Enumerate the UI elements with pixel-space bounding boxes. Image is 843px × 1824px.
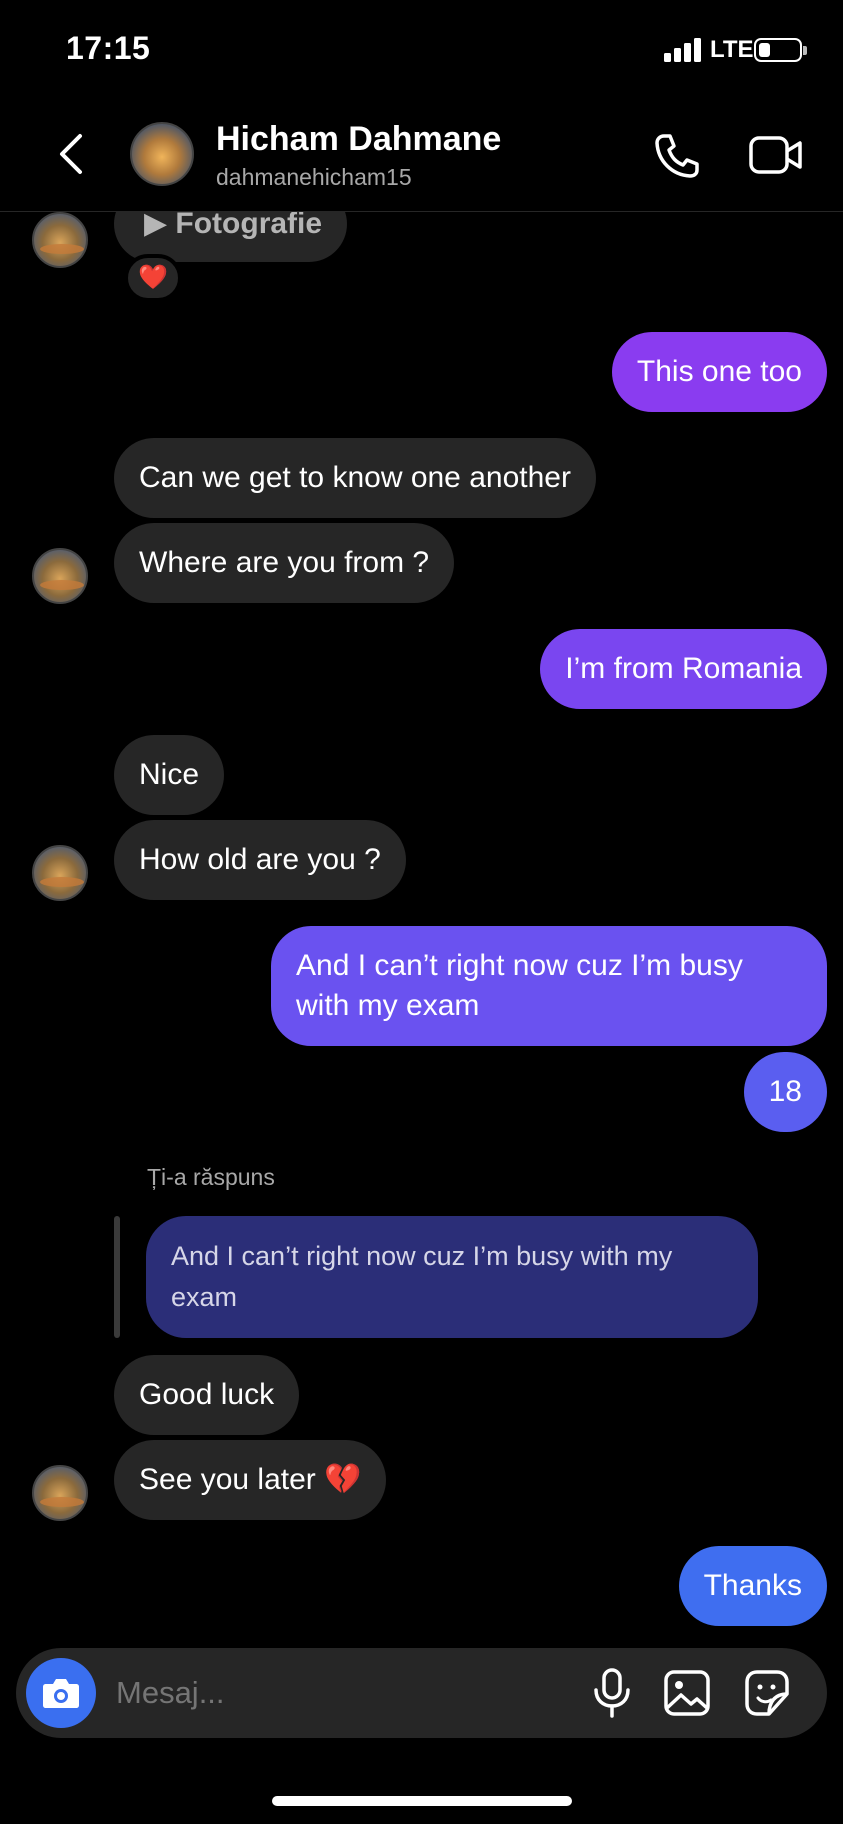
phone-icon[interactable] (650, 130, 702, 182)
message-composer (16, 1648, 827, 1738)
battery-icon (754, 38, 807, 62)
microphone-icon[interactable] (586, 1666, 638, 1720)
quoted-message[interactable]: And I can’t right now cuz I’m busy with … (146, 1216, 758, 1338)
chat-header: Hicham Dahmane dahmanehicham15 (0, 100, 843, 212)
outgoing-message[interactable]: 18 (743, 1052, 827, 1132)
incoming-message[interactable]: See you later 💔 (114, 1440, 387, 1520)
chevron-left-icon[interactable] (52, 130, 92, 178)
camera-button[interactable] (26, 1658, 96, 1728)
sticker-icon[interactable] (741, 1666, 793, 1720)
avatar[interactable] (130, 122, 194, 186)
outgoing-message[interactable]: And I can’t right now cuz I’m busy with … (271, 926, 827, 1046)
reply-label: Ți-a răspuns (147, 1164, 275, 1190)
reply-indicator (114, 1216, 120, 1338)
avatar[interactable] (32, 548, 88, 604)
camera-icon (43, 1679, 79, 1708)
outgoing-message[interactable]: I’m from Romania (540, 629, 827, 709)
avatar[interactable] (32, 845, 88, 901)
reaction-badge[interactable]: ❤️ (124, 254, 182, 302)
status-bar: 17:15 LTE (0, 0, 843, 100)
home-indicator[interactable] (272, 1796, 572, 1806)
video-camera-icon[interactable] (748, 130, 804, 180)
incoming-message[interactable]: How old are you ? (114, 820, 406, 900)
status-time: 17:15 (66, 30, 151, 66)
outgoing-message[interactable]: Thanks (678, 1546, 827, 1626)
incoming-message[interactable]: Nice (114, 735, 225, 815)
incoming-message[interactable]: Where are you from ? (114, 523, 455, 603)
outgoing-message[interactable]: This one too (611, 332, 827, 412)
incoming-message[interactable]: Can we get to know one another (114, 438, 596, 518)
message-input[interactable] (114, 1668, 574, 1718)
incoming-message[interactable]: Good luck (114, 1355, 300, 1435)
contact-name[interactable]: Hicham Dahmane (216, 120, 501, 159)
signal-icon (664, 38, 704, 62)
contact-username[interactable]: dahmanehicham15 (216, 164, 412, 191)
gallery-icon[interactable] (661, 1666, 713, 1720)
avatar[interactable] (32, 212, 88, 268)
avatar[interactable] (32, 1465, 88, 1521)
network-label: LTE (710, 36, 754, 63)
